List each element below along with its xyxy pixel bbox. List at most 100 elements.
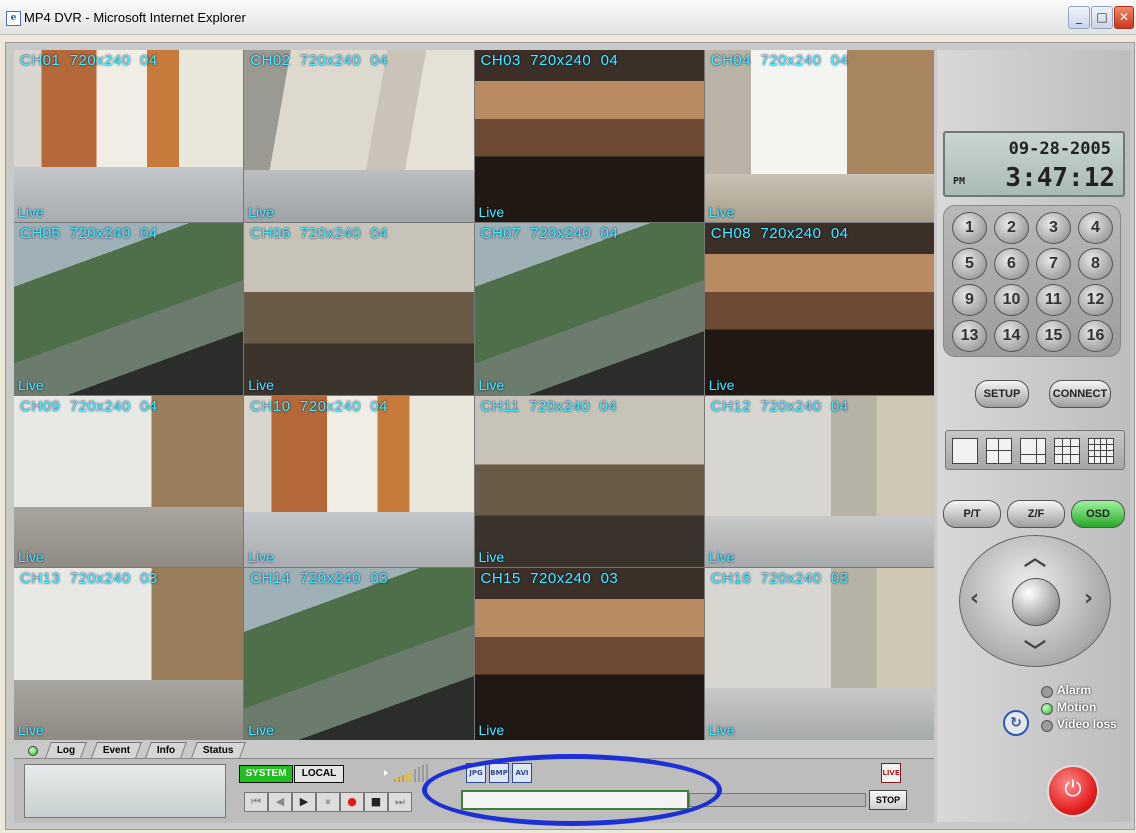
tab-info[interactable]: Info [145,742,188,758]
dvr-main-frame: CH01 720x240 04 Live CH02 720x240 04 Live CH… [5,42,1135,830]
layout-4x4-button[interactable] [1088,438,1114,464]
ptz-joystick[interactable]: ︿ ﹀ ‹ › [959,535,1111,667]
camera-tile[interactable]: CH16 720x240 03 Live [704,568,934,740]
tab-event-label: Event [102,745,131,756]
skip-forward-icon[interactable]: ⏭ [388,792,412,812]
layout-3x3-button[interactable] [1054,438,1080,464]
stop-icon[interactable]: ■ [364,792,388,812]
camera-tile[interactable]: CH12 720x240 04 Live [704,395,934,568]
camera-tile[interactable]: CH08 720x240 04 Live [704,222,934,395]
tab-log[interactable]: Log [45,742,88,758]
channel-keypad: 1 2 3 4 5 6 7 8 9 10 11 12 13 14 15 16 [943,205,1121,357]
local-audio-button[interactable]: LOCAL [294,765,344,783]
camera-grid: CH01 720x240 04 Live CH02 720x240 04 Live CH… [14,50,934,740]
channel-key-14[interactable]: 14 [994,320,1029,352]
tab-info-label: Info [156,745,176,756]
reverse-icon[interactable]: ◀ [268,792,292,812]
camera-tile[interactable]: CH09 720x240 04 Live [14,395,244,568]
channel-key-13[interactable]: 13 [952,320,987,352]
camera-tile[interactable]: CH06 720x240 04 Live [244,222,474,395]
channel-key-8[interactable]: 8 [1078,248,1113,280]
control-panel: 09-28-2005 PM 3:47:12 1 2 3 4 5 6 7 8 9 10 11 12 13 1… [937,50,1130,822]
tab-event[interactable]: Event [91,742,143,758]
channel-key-11[interactable]: 11 [1036,284,1071,316]
live-status-label: Live [478,203,505,220]
stop-button[interactable]: STOP [869,790,907,810]
channel-label: CH12 720x240 04 [710,397,849,415]
system-audio-button[interactable]: SYSTEM [239,765,293,783]
live-status-label: Live [708,722,735,738]
channel-key-15[interactable]: 15 [1036,320,1071,352]
channel-key-4[interactable]: 4 [1078,212,1113,244]
camera-tile[interactable]: CH01 720x240 04 Live [14,50,244,222]
live-status-label: Live [708,203,735,220]
camera-tile[interactable]: CH07 720x240 04 Live [474,222,704,395]
camera-feed-image [704,395,934,568]
maximize-button[interactable]: □ [1091,6,1113,29]
ptz-center-ball[interactable] [1012,578,1060,626]
camera-tile[interactable]: CH11 720x240 04 Live [474,395,704,568]
channel-key-2[interactable]: 2 [994,212,1029,244]
setup-button[interactable]: SETUP [975,380,1029,408]
camera-tile[interactable]: CH02 720x240 04 Live [244,50,474,222]
channel-label: CH02 720x240 04 [250,52,389,69]
clock-time: 3:47:12 [1005,163,1115,193]
channel-label: CH08 720x240 04 [710,224,849,242]
channel-key-9[interactable]: 9 [952,284,987,316]
camera-feed-image [244,568,474,740]
channel-key-12[interactable]: 12 [1078,284,1113,316]
tab-status[interactable]: Status [191,742,246,758]
skip-back-icon[interactable]: ⏮ [244,792,268,812]
camera-tile[interactable]: CH14 720x240 03 Live [244,568,474,740]
channel-key-6[interactable]: 6 [994,248,1029,280]
channel-label: CH01 720x240 04 [20,52,158,69]
ptz-left-icon[interactable]: ‹ [970,586,979,611]
ptz-right-icon[interactable]: › [1084,586,1093,611]
camera-tile[interactable]: CH04 720x240 04 Live [704,50,934,222]
layout-2x2-button[interactable] [986,438,1012,464]
record-icon[interactable]: ● [340,792,364,812]
camera-feed-image [14,395,244,568]
channel-label: CH11 720x240 04 [480,397,618,415]
layout-1plus5-button[interactable] [1020,438,1046,464]
channel-label: CH05 720x240 04 [20,224,158,242]
zoom-focus-button[interactable]: Z/F [1007,500,1065,528]
refresh-icon[interactable]: ↻ [1003,710,1029,736]
ptz-up-icon[interactable]: ︿ [1024,540,1046,572]
camera-feed-image [244,222,474,395]
pan-tilt-button[interactable]: P/T [943,500,1001,528]
camera-feed-image [704,222,934,395]
channel-key-1[interactable]: 1 [952,212,987,244]
camera-feed-image [244,395,474,568]
power-button[interactable]: ⏻ [1047,765,1099,817]
camera-tile[interactable]: CH05 720x240 04 Live [14,222,244,395]
camera-feed-image [704,50,934,222]
channel-label: CH15 720x240 03 [480,570,619,588]
channel-label: CH09 720x240 04 [20,397,158,415]
live-status-label: Live [248,203,274,220]
channel-key-3[interactable]: 3 [1036,212,1071,244]
minimize-button[interactable]: _ [1068,6,1090,29]
tab-log-label: Log [56,745,76,756]
info-display [24,764,226,818]
ptz-down-icon[interactable]: ﹀ [1024,634,1046,666]
channel-key-16[interactable]: 16 [1078,320,1113,352]
channel-key-10[interactable]: 10 [994,284,1029,316]
close-button[interactable]: ✕ [1114,6,1134,29]
play-icon[interactable]: ▶ [292,792,316,812]
annotation-ellipse [422,754,722,826]
pause-icon[interactable]: ⏸ [316,792,340,812]
osd-button[interactable]: OSD [1071,500,1125,528]
layout-1x1-button[interactable] [952,438,978,464]
live-off-icon[interactable]: LIVE [881,763,901,783]
camera-tile[interactable]: CH13 720x240 03 Live [14,568,244,740]
camera-tile[interactable]: CH03 720x240 04 Live [474,50,704,222]
camera-tile[interactable]: CH10 720x240 04 Live [244,395,474,568]
camera-feed-image [14,568,244,740]
camera-tile[interactable]: CH15 720x240 03 Live [474,568,704,740]
connect-button[interactable]: CONNECT [1049,380,1111,408]
channel-key-5[interactable]: 5 [952,248,987,280]
live-status-label: Live [18,376,44,393]
channel-key-7[interactable]: 7 [1036,248,1071,280]
camera-feed-image [14,222,244,395]
